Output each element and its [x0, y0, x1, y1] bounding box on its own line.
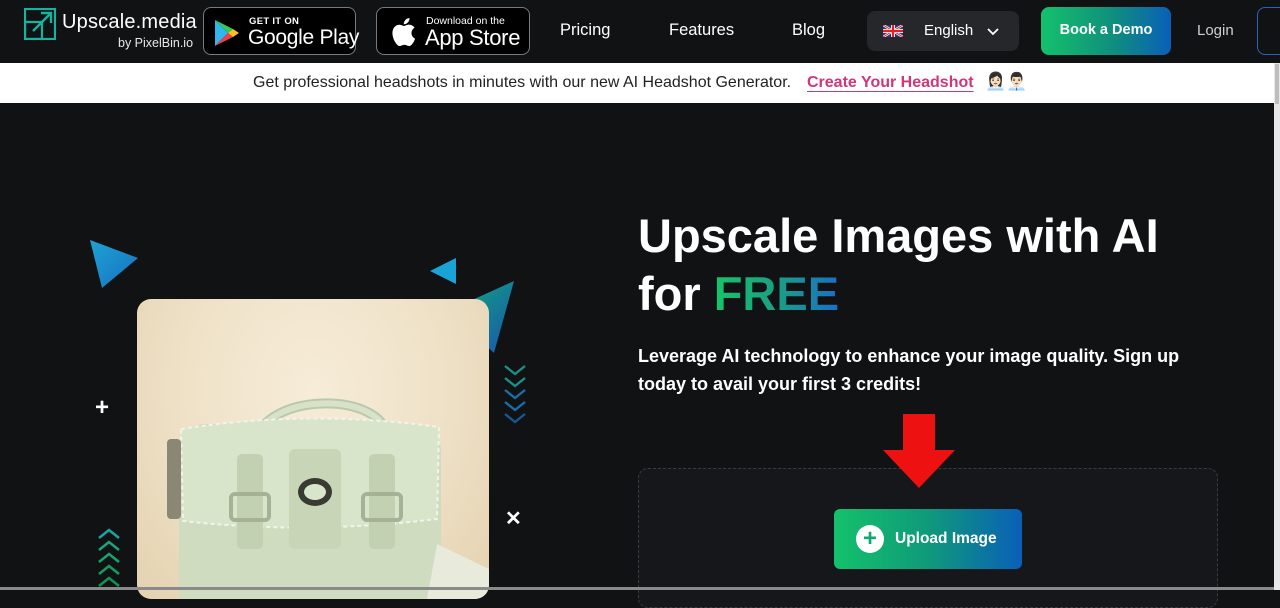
announcement-banner: Get professional headshots in minutes wi… — [0, 63, 1274, 103]
triangle-decoration-large — [90, 240, 138, 288]
book-demo-label: Book a Demo — [1059, 22, 1153, 38]
close-decoration: ✕ — [505, 508, 522, 530]
google-play-label: Google Play — [248, 26, 360, 49]
language-label: English — [924, 22, 974, 39]
book-demo-button[interactable]: Book a Demo — [1041, 7, 1171, 55]
headshot-emoji: 👩🏻‍💼👨🏻‍💼 — [985, 72, 1028, 91]
hero-title-free: FREE — [713, 267, 840, 320]
sample-bag-image — [137, 299, 489, 599]
hero-title-for: for — [638, 267, 714, 320]
create-headshot-link[interactable]: Create Your Headshot — [807, 74, 974, 92]
brand-subtitle: by PixelBin.io — [118, 36, 194, 50]
green-bag-illustration — [167, 398, 489, 599]
chevrons-decoration-top — [504, 365, 526, 424]
app-store-label: App Store — [425, 25, 521, 50]
scrollbar-track[interactable] — [1274, 63, 1280, 590]
hero-title-line1: Upscale Images with AI — [638, 209, 1159, 262]
language-selector[interactable]: English — [867, 11, 1019, 51]
banner-text: Get professional headshots in minutes wi… — [253, 74, 792, 91]
nav-link-features[interactable]: Features — [669, 21, 734, 40]
hero-subtitle: Leverage AI technology to enhance your i… — [638, 346, 1180, 394]
hero-title-line2: for FREE — [638, 265, 1159, 323]
google-play-button[interactable]: GET IT ON Google Play — [203, 7, 360, 55]
brand-logo[interactable]: Upscale.media by PixelBin.io — [24, 8, 204, 54]
chevron-down-icon — [987, 28, 999, 36]
google-play-icon — [215, 20, 239, 46]
brand-name: Upscale.media — [62, 11, 197, 33]
upscale-logo-icon — [24, 8, 56, 40]
uk-flag-icon — [883, 25, 903, 37]
nav-link-blog[interactable]: Blog — [792, 21, 825, 40]
top-nav: Upscale.media by PixelBin.io GET IT ON G… — [0, 0, 1280, 63]
scrollbar-thumb[interactable] — [1275, 64, 1279, 104]
login-link[interactable]: Login — [1197, 22, 1234, 39]
plus-icon: + — [856, 525, 884, 553]
hero-title: Upscale Images with AI for FREE — [638, 207, 1159, 323]
upload-image-label: Upload Image — [895, 530, 997, 547]
red-arrow-down-icon — [883, 414, 955, 488]
app-store-button[interactable]: Download on the App Store — [376, 7, 530, 55]
apple-icon — [392, 18, 416, 47]
signup-button-partial[interactable] — [1257, 7, 1280, 55]
nav-link-pricing[interactable]: Pricing — [560, 21, 610, 40]
plus-decoration: + — [95, 394, 110, 421]
upload-image-button[interactable]: + Upload Image — [834, 509, 1022, 569]
chevrons-decoration-bottom — [98, 528, 120, 588]
